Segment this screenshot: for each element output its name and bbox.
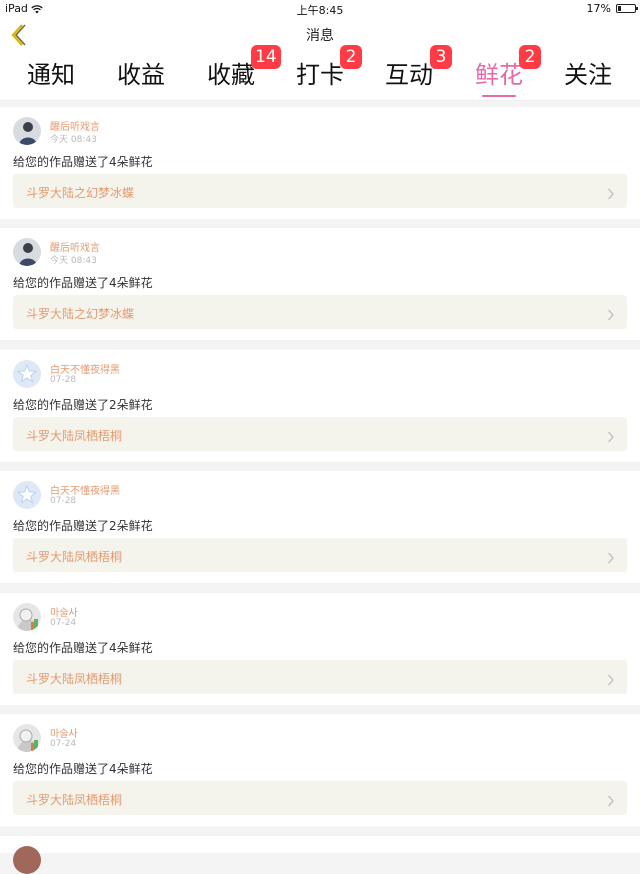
work-link[interactable]: 斗罗大陆凤栖梧桐 bbox=[13, 538, 627, 572]
work-title: 斗罗大陆凤栖梧桐 bbox=[26, 429, 123, 443]
tab-following[interactable]: 关注 bbox=[543, 58, 633, 98]
tab-label: 收藏 bbox=[207, 61, 255, 89]
tab-bar: 通知 收益 收藏 打卡 互动 鲜花 关注 14 2 3 2 bbox=[0, 45, 640, 101]
chevron-right-icon bbox=[607, 671, 615, 686]
list-item: 白天不懂夜得黑 07-28 给您的作品赠送了2朵鲜花 斗罗大陆凤栖梧桐 bbox=[0, 350, 640, 462]
message-text: 给您的作品赠送了4朵鲜花 bbox=[13, 762, 153, 776]
avatar[interactable] bbox=[13, 846, 41, 874]
battery-level bbox=[618, 6, 621, 11]
battery-icon bbox=[616, 4, 638, 13]
message-text: 给您的作品赠送了4朵鲜花 bbox=[13, 276, 153, 290]
tab-label: 关注 bbox=[564, 61, 612, 89]
tab-notifications[interactable]: 通知 bbox=[6, 58, 96, 98]
work-link[interactable]: 斗罗大陆凤栖梧桐 bbox=[13, 417, 627, 451]
tab-label: 互动 bbox=[385, 61, 433, 89]
message-text: 给您的作品赠送了4朵鲜花 bbox=[13, 641, 153, 655]
timestamp: 今天 08:43 bbox=[50, 135, 97, 145]
tab-earnings[interactable]: 收益 bbox=[96, 58, 186, 98]
list-item bbox=[0, 836, 640, 874]
chevron-right-icon bbox=[607, 792, 615, 807]
favorites-badge: 14 bbox=[251, 45, 281, 69]
timestamp: 今天 08:43 bbox=[50, 256, 97, 266]
work-title: 斗罗大陆凤栖梧桐 bbox=[26, 793, 123, 807]
status-bar: iPad 上午8:45 17% bbox=[0, 0, 640, 18]
tab-label: 通知 bbox=[27, 61, 75, 89]
message-text: 给您的作品赠送了4朵鲜花 bbox=[13, 155, 153, 169]
sender-name[interactable]: 醒后听戏言 bbox=[50, 239, 100, 254]
timestamp: 07-28 bbox=[50, 496, 77, 506]
tab-label: 鲜花 bbox=[475, 61, 523, 89]
work-title: 斗罗大陆之幻梦冰蝶 bbox=[26, 186, 135, 200]
chevron-right-icon bbox=[607, 549, 615, 564]
page-title: 消息 bbox=[306, 28, 334, 44]
list-item: 마술사 07-24 给您的作品赠送了4朵鲜花 斗罗大陆凤栖梧桐 bbox=[0, 714, 640, 826]
battery-percent: 17% bbox=[586, 2, 611, 15]
list-item: 마술사 07-24 给您的作品赠送了4朵鲜花 斗罗大陆凤栖梧桐 bbox=[0, 593, 640, 705]
active-tab-indicator bbox=[482, 95, 516, 97]
chevron-right-icon bbox=[607, 428, 615, 443]
flowers-badge: 2 bbox=[519, 45, 541, 69]
chevron-right-icon bbox=[607, 306, 615, 321]
list-item: 醒后听戏言 今天 08:43 给您的作品赠送了4朵鲜花 斗罗大陆之幻梦冰蝶 bbox=[0, 228, 640, 340]
work-link[interactable]: 斗罗大陆之幻梦冰蝶 bbox=[13, 174, 627, 208]
checkin-badge: 2 bbox=[340, 45, 362, 69]
avatar[interactable] bbox=[13, 238, 41, 266]
avatar[interactable] bbox=[13, 360, 41, 388]
interactions-badge: 3 bbox=[430, 45, 452, 69]
message-text: 给您的作品赠送了2朵鲜花 bbox=[13, 398, 153, 412]
work-title: 斗罗大陆凤栖梧桐 bbox=[26, 550, 123, 564]
nav-bar: 消息 bbox=[0, 18, 640, 52]
sender-name[interactable]: 마술사 bbox=[50, 604, 78, 619]
tab-label: 收益 bbox=[117, 61, 165, 89]
timestamp: 07-24 bbox=[50, 739, 77, 749]
work-link[interactable]: 斗罗大陆凤栖梧桐 bbox=[13, 781, 627, 815]
chevron-right-icon bbox=[607, 185, 615, 200]
avatar[interactable] bbox=[13, 724, 41, 752]
sender-name[interactable]: 마술사 bbox=[50, 725, 78, 740]
avatar[interactable] bbox=[13, 481, 41, 509]
sender-name[interactable]: 白天不懂夜得黑 bbox=[50, 482, 120, 497]
avatar[interactable] bbox=[13, 603, 41, 631]
timestamp: 07-28 bbox=[50, 375, 77, 385]
timestamp: 07-24 bbox=[50, 618, 77, 628]
work-title: 斗罗大陆凤栖梧桐 bbox=[26, 672, 123, 686]
sender-name[interactable]: 白天不懂夜得黑 bbox=[50, 361, 120, 376]
message-text: 给您的作品赠送了2朵鲜花 bbox=[13, 519, 153, 533]
avatar[interactable] bbox=[13, 117, 41, 145]
work-link[interactable]: 斗罗大陆之幻梦冰蝶 bbox=[13, 295, 627, 329]
sender-name[interactable]: 醒后听戏言 bbox=[50, 118, 100, 133]
tab-label: 打卡 bbox=[296, 61, 344, 89]
work-title: 斗罗大陆之幻梦冰蝶 bbox=[26, 307, 135, 321]
list-item: 白天不懂夜得黑 07-28 给您的作品赠送了2朵鲜花 斗罗大陆凤栖梧桐 bbox=[0, 471, 640, 583]
work-link[interactable]: 斗罗大陆凤栖梧桐 bbox=[13, 660, 627, 694]
clock: 上午8:45 bbox=[296, 4, 344, 17]
list-item: 醒后听戏言 今天 08:43 给您的作品赠送了4朵鲜花 斗罗大陆之幻梦冰蝶 bbox=[0, 107, 640, 219]
